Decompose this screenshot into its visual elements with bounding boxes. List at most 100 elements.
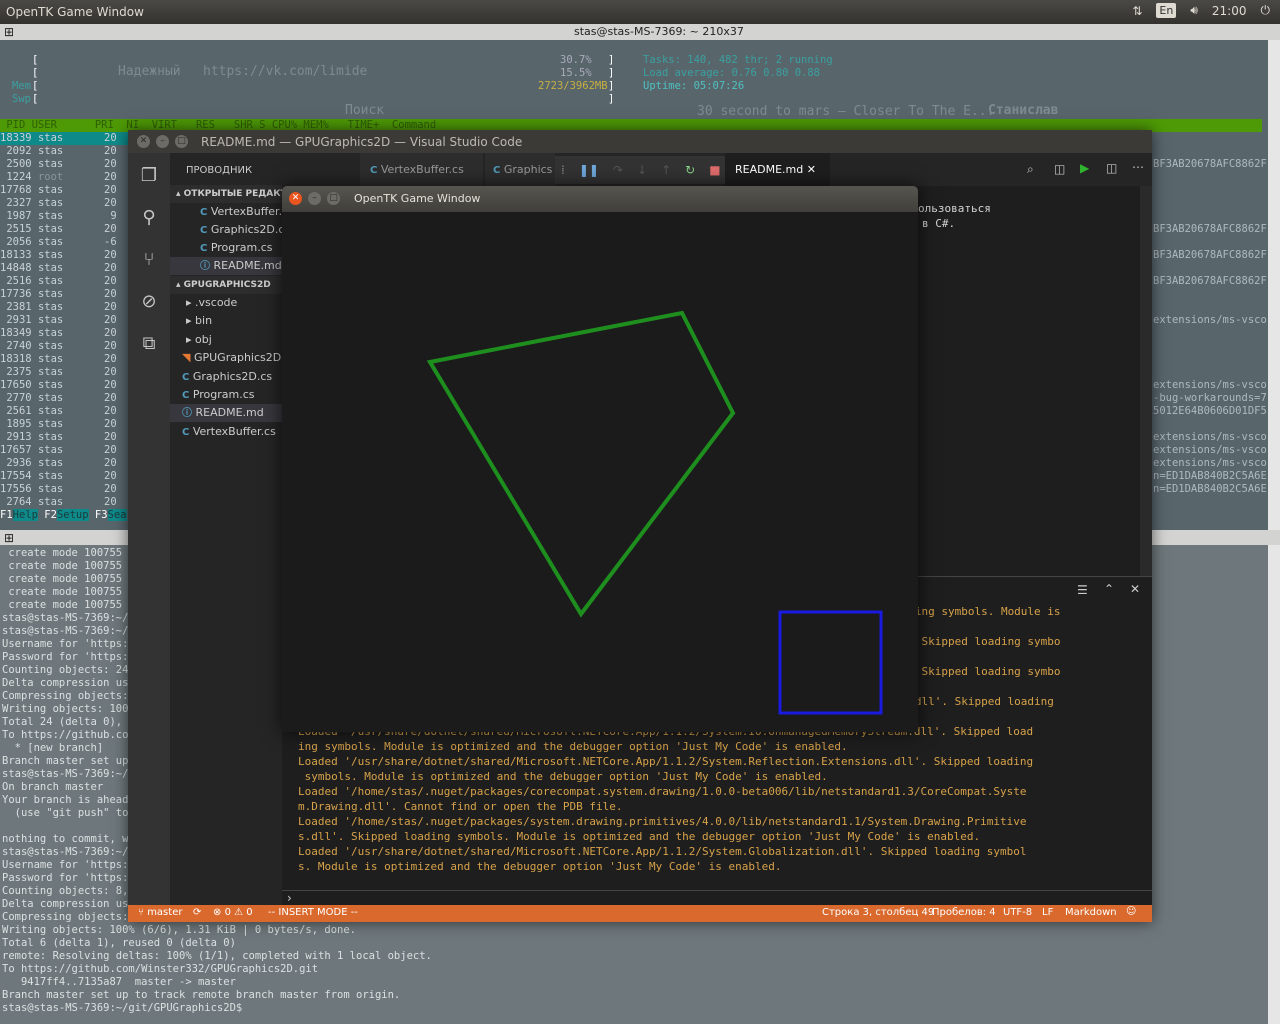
process-row[interactable]: 2516 stas 20 bbox=[0, 275, 130, 288]
opentk-titlebar[interactable]: ✕ – □ OpenTK Game Window bbox=[282, 186, 918, 212]
process-row[interactable]: 18318 stas 20 bbox=[0, 353, 130, 366]
language-mode[interactable]: Markdown bbox=[1065, 907, 1117, 918]
tree-item[interactable]: C Graphics2D.cs bbox=[170, 368, 282, 386]
maximize-button[interactable]: □ bbox=[327, 192, 340, 205]
process-row[interactable]: 2327 stas 20 bbox=[0, 197, 130, 210]
open-editors-section[interactable]: ▴ ОТКРЫТЫЕ РЕДАКТОРЫ bbox=[170, 185, 282, 203]
feedback-smiley-icon[interactable]: ☺ bbox=[1126, 906, 1136, 917]
explorer-icon[interactable]: ❐ bbox=[138, 165, 160, 187]
process-row[interactable]: 17768 stas 20 bbox=[0, 184, 130, 197]
render-canvas[interactable] bbox=[282, 212, 918, 732]
process-row[interactable]: 2764 stas 20 bbox=[0, 496, 130, 509]
keyboard-layout[interactable]: En bbox=[1156, 3, 1177, 18]
process-row[interactable]: 18133 stas 20 bbox=[0, 249, 130, 262]
terminal2-menu-icon[interactable]: ⊞ bbox=[4, 531, 14, 545]
tree-item[interactable]: ▸ .vscode bbox=[170, 294, 282, 312]
cursor-position[interactable]: Строка 3, столбец 49 bbox=[822, 907, 934, 918]
extensions-icon[interactable]: ⧉ bbox=[138, 333, 160, 355]
terminal2-scrollbar[interactable] bbox=[1268, 545, 1280, 1024]
activity-bar: ❐ ⚲ ⑂ ⊘ ⧉ bbox=[128, 153, 170, 905]
process-row[interactable]: 17554 stas 20 bbox=[0, 470, 130, 483]
process-row[interactable]: 2056 stas -6 bbox=[0, 236, 130, 249]
close-button[interactable]: ✕ bbox=[137, 135, 150, 148]
power-icon[interactable]: ⏻ bbox=[1261, 3, 1271, 18]
editor-scrollbar[interactable] bbox=[1140, 186, 1152, 576]
process-row[interactable]: 18349 stas 20 bbox=[0, 327, 130, 340]
close-panel-icon[interactable]: ✕ bbox=[1130, 582, 1140, 596]
process-row[interactable]: 2936 stas 20 bbox=[0, 457, 130, 470]
tree-item[interactable]: ▸ bin bbox=[170, 312, 282, 330]
process-row[interactable]: 2561 stas 20 bbox=[0, 405, 130, 418]
line-ending[interactable]: LF bbox=[1042, 907, 1053, 918]
restart-icon[interactable]: ↻ bbox=[685, 163, 695, 177]
console-input[interactable]: › bbox=[282, 890, 1152, 906]
tree-item[interactable]: ▸ obj bbox=[170, 331, 282, 349]
pause-icon[interactable]: ❚❚ bbox=[579, 163, 599, 177]
process-row[interactable]: 1895 stas 20 bbox=[0, 418, 130, 431]
open-editor-item[interactable]: C VertexBuffer.cs bbox=[170, 203, 282, 221]
network-icon[interactable]: ⇅ bbox=[1132, 4, 1142, 18]
problems-indicator[interactable]: ⊗ 0 ⚠ 0 bbox=[213, 907, 253, 918]
process-row[interactable]: 1987 stas 9 bbox=[0, 210, 130, 223]
tab-readme[interactable]: README.md ✕ bbox=[725, 153, 830, 186]
minimize-button[interactable]: – bbox=[308, 192, 321, 205]
tab-graphics2d[interactable]: C Graphics bbox=[485, 153, 555, 186]
source-control-icon[interactable]: ⑂ bbox=[138, 249, 160, 271]
run-icon[interactable]: ▶ bbox=[1080, 161, 1089, 175]
tab-vertexbuffer[interactable]: C VertexBuffer.cs bbox=[360, 153, 483, 186]
debug-icon[interactable]: ⊘ bbox=[138, 291, 160, 313]
process-row[interactable]: 18339 stas 20 bbox=[0, 132, 128, 145]
process-row[interactable]: 2092 stas 20 bbox=[0, 145, 130, 158]
process-row[interactable]: 2770 stas 20 bbox=[0, 392, 130, 405]
terminal-scrollbar[interactable] bbox=[1268, 40, 1280, 530]
maximize-button[interactable]: □ bbox=[175, 135, 188, 148]
close-button[interactable]: ✕ bbox=[289, 192, 302, 205]
split-editor-icon[interactable]: ◫ bbox=[1106, 161, 1117, 175]
process-row[interactable]: 17736 stas 20 bbox=[0, 288, 130, 301]
process-row[interactable]: 17657 stas 20 bbox=[0, 444, 130, 457]
fkey-help[interactable]: F1Help bbox=[0, 509, 44, 521]
minimize-button[interactable]: – bbox=[156, 135, 169, 148]
tree-item[interactable]: ⓘ README.md bbox=[170, 404, 282, 423]
tree-item[interactable]: ◥ GPUGraphics2D.csproj bbox=[170, 349, 282, 367]
step-out-icon[interactable]: ↑ bbox=[661, 163, 671, 177]
fkey-setup[interactable]: F2Setup bbox=[44, 509, 95, 521]
process-row[interactable]: 2931 stas 20 bbox=[0, 314, 130, 327]
tree-item[interactable]: C Program.cs bbox=[170, 386, 282, 404]
branch-indicator[interactable]: ⑂ master bbox=[138, 907, 182, 918]
process-row[interactable]: 1224 root 20 bbox=[0, 171, 130, 184]
search-icon[interactable]: ⚲ bbox=[138, 207, 160, 229]
process-row[interactable]: 2500 stas 20 bbox=[0, 158, 130, 171]
more-actions-icon[interactable]: ⋯ bbox=[1132, 160, 1144, 174]
process-row[interactable]: 17650 stas 20 bbox=[0, 379, 130, 392]
tree-item[interactable]: C VertexBuffer.cs bbox=[170, 423, 282, 441]
volume-icon[interactable]: 🔊︎ bbox=[1190, 3, 1198, 18]
terminal-menu-icon[interactable]: ⊞ bbox=[4, 25, 14, 39]
process-row[interactable]: 2913 stas 20 bbox=[0, 431, 130, 444]
open-preview-icon[interactable]: ⌕ bbox=[1027, 162, 1034, 177]
step-over-icon[interactable]: ↷ bbox=[613, 163, 623, 177]
drag-handle-icon[interactable]: ⁞ bbox=[561, 163, 565, 177]
user: root bbox=[37, 171, 64, 183]
process-row[interactable]: 14848 stas 20 bbox=[0, 262, 130, 275]
close-tab-icon[interactable]: ✕ bbox=[807, 163, 816, 176]
preview-side-icon[interactable]: ◫ bbox=[1054, 162, 1065, 176]
clock[interactable]: 21:00 bbox=[1212, 4, 1247, 18]
process-row[interactable]: 2515 stas 20 bbox=[0, 223, 130, 236]
sync-icon[interactable]: ⟳ bbox=[193, 907, 201, 918]
project-section[interactable]: ▴ GPUGRAPHICS2D bbox=[170, 276, 282, 294]
open-editor-item[interactable]: C Program.cs bbox=[170, 239, 282, 257]
open-editor-item[interactable]: ⓘ README.md bbox=[170, 257, 282, 275]
maximize-panel-icon[interactable]: ⌃ bbox=[1104, 582, 1114, 596]
stop-icon[interactable]: ■ bbox=[709, 163, 720, 177]
clear-console-icon[interactable]: ☰ bbox=[1077, 583, 1088, 597]
process-row[interactable]: 2740 stas 20 bbox=[0, 340, 130, 353]
process-row[interactable]: 2375 stas 20 bbox=[0, 366, 130, 379]
step-into-icon[interactable]: ↓ bbox=[637, 163, 647, 177]
encoding[interactable]: UTF-8 bbox=[1003, 907, 1032, 918]
indentation[interactable]: Пробелов: 4 bbox=[932, 907, 996, 918]
open-editor-item[interactable]: C Graphics2D.cs bbox=[170, 221, 282, 239]
process-row[interactable]: 2381 stas 20 bbox=[0, 301, 130, 314]
process-row[interactable]: 17556 stas 20 bbox=[0, 483, 130, 496]
terminal-line: Branch master set up bbox=[2, 755, 135, 767]
